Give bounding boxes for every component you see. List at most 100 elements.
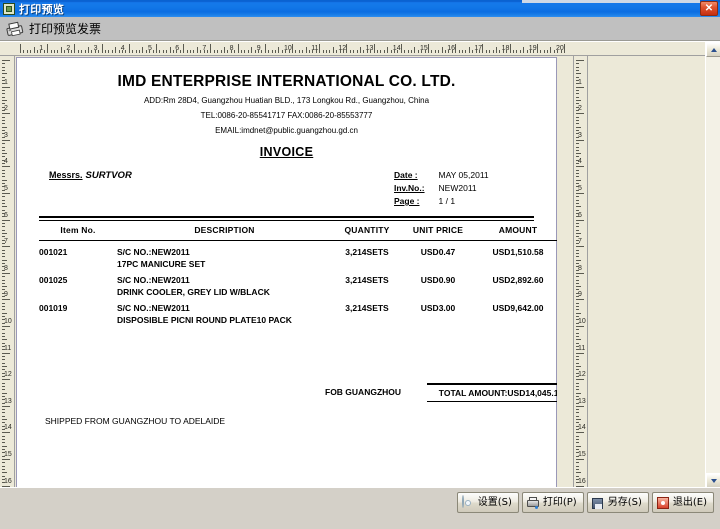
ruler-tick-major [210, 44, 212, 53]
cell-quantity: 3,214SETS [345, 303, 389, 313]
ruler-label: 10 [578, 318, 586, 325]
print-button[interactable]: 打印(P) [521, 492, 584, 513]
ruler-tick-minor [576, 375, 579, 377]
ruler-tick-major [2, 272, 10, 274]
ruler-tick-major [292, 44, 293, 53]
ruler-tick-minor [390, 50, 392, 53]
ruler-label: 16 [4, 477, 12, 485]
ruler-tick-minor [576, 99, 581, 101]
ruler-tick-minor [424, 50, 426, 53]
ruler-tick-minor [2, 309, 5, 311]
ruler-tick-minor [2, 425, 5, 427]
ruler-tick-minor [576, 449, 579, 450]
ruler-tick-minor [2, 189, 5, 191]
ruler-tick-minor [2, 349, 5, 351]
ruler-tick-major [482, 44, 484, 53]
chevron-up-icon [710, 47, 717, 52]
ruler-tick-minor [2, 156, 5, 158]
ruler-tick-minor [200, 50, 202, 53]
ruler-tick-minor [576, 445, 581, 447]
ruler-tick-minor [2, 80, 5, 81]
ruler-tick-minor [2, 70, 5, 71]
ruler-tick-minor [2, 322, 5, 324]
gear-icon [461, 494, 475, 510]
horizontal-ruler: 1 2 3 4 5 6 7 8 9 10 11 12 13 14 15 16 17 18 19 20 [0, 42, 705, 56]
ruler-tick-minor [2, 422, 5, 424]
ruler-tick-minor [2, 252, 5, 254]
ruler-tick-minor [438, 50, 440, 53]
toolbar-button-row: 设置(S) 打印(P) 另存(S) 退出(E) [456, 492, 714, 513]
messrs-label: Messrs. [49, 170, 83, 180]
ruler-tick-minor [159, 50, 161, 53]
totals-section: FOB GUANGZHOU TOTAL AMOUNT:USD14,045.18 [39, 383, 557, 405]
ruler-tick-minor [363, 50, 365, 53]
scroll-down-button[interactable] [706, 473, 720, 488]
scroll-up-button[interactable] [706, 42, 720, 57]
cell-item-no: 001021 [39, 247, 68, 257]
ruler-tick-minor [576, 306, 579, 308]
ruler-tick-minor [576, 136, 579, 138]
save-as-button[interactable]: 另存(S) [586, 492, 649, 513]
meta-value-page: 1 / 1 [438, 196, 456, 206]
ruler-tick-minor [576, 106, 579, 108]
ruler-tick-minor [244, 50, 246, 53]
ruler-tick-major [576, 299, 584, 301]
vertical-ruler-right: 1 2 3 4 5 6 7 8 9 10 11 12 13 14 15 16 [573, 56, 588, 488]
ruler-tick-minor [234, 50, 236, 53]
ruler-tick-minor [458, 50, 460, 53]
ruler-tick-minor [465, 50, 467, 53]
ruler-tick-minor [576, 442, 579, 444]
ruler-tick-minor [67, 50, 69, 53]
ruler-tick-minor [312, 50, 314, 53]
ruler-label: 15 [578, 451, 586, 458]
ruler-tick-minor [407, 50, 409, 53]
ruler-tick-minor [557, 50, 559, 53]
ruler-tick-major [428, 44, 429, 53]
ruler-tick-minor [111, 50, 113, 53]
ruler-tick-minor [2, 435, 5, 437]
ruler-tick-minor [576, 63, 579, 65]
ruler-tick-minor [576, 365, 581, 367]
ruler-tick-minor [576, 465, 579, 467]
ruler-tick-minor [2, 103, 5, 105]
meta-value-invno: NEW2011 [438, 183, 477, 193]
company-name: IMD ENTERPRISE INTERNATIONAL CO. LTD. [117, 73, 456, 90]
ruler-tick-minor [26, 50, 28, 53]
bottom-toolbar: 设置(S) 打印(P) 另存(S) 退出(E) [0, 487, 720, 529]
ruler-tick-minor [516, 50, 518, 53]
settings-button[interactable]: 设置(S) [456, 492, 519, 513]
ruler-tick-minor [2, 439, 5, 440]
ruler-tick-minor [451, 50, 453, 53]
ruler-tick-minor [448, 50, 450, 53]
ruler-tick-minor [322, 50, 324, 53]
ruler-label: 15 [4, 451, 12, 458]
ruler-tick-major [576, 139, 584, 141]
document-page[interactable]: IMD ENTERPRISE INTERNATIONAL CO. LTD. AD… [16, 57, 557, 488]
ruler-tick-minor [576, 462, 579, 464]
exit-button[interactable]: 退出(E) [651, 492, 714, 513]
close-icon[interactable]: ✕ [700, 1, 718, 16]
ruler-tick-minor [479, 50, 480, 53]
ruler-tick-minor [2, 445, 7, 447]
floppy-disk-icon [591, 496, 605, 510]
ruler-tick-minor [2, 206, 7, 208]
ruler-tick-minor [576, 149, 579, 151]
ruler-tick-minor [576, 395, 579, 397]
ruler-tick-major [576, 219, 584, 221]
ruler-tick-minor [2, 409, 5, 411]
meta-row-date: Date : MAY 05,2011 [394, 170, 489, 183]
ruler-tick-minor [421, 50, 423, 53]
ruler-tick-minor [2, 286, 7, 288]
ruler-tick-minor [23, 50, 25, 53]
ruler-tick-minor [2, 359, 5, 361]
ruler-tick-minor [2, 209, 5, 211]
ruler-tick-minor [576, 103, 579, 105]
ruler-tick-minor [2, 452, 5, 454]
vertical-scrollbar[interactable] [705, 42, 720, 488]
ruler-tick-minor [2, 392, 7, 394]
ruler-tick-minor [2, 442, 5, 444]
ruler-tick-minor [526, 50, 528, 53]
ruler-tick-minor [173, 50, 174, 53]
ruler-tick-minor [227, 50, 229, 53]
scrollbar-track[interactable] [706, 57, 720, 473]
